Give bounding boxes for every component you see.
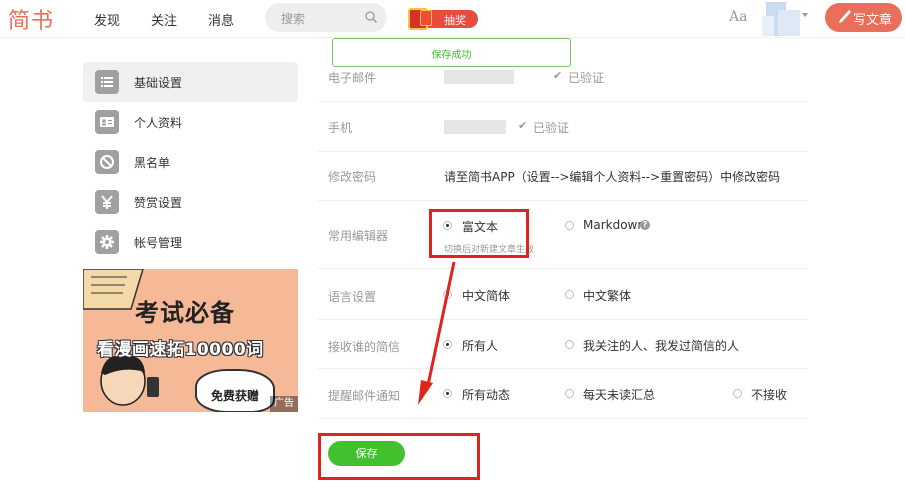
annotation-arrow bbox=[418, 261, 456, 405]
settings-page: 简书 发现 关注 消息 搜索 抽奖 Aa 写文章 保存成功 基础设置 个人资料 … bbox=[0, 0, 905, 500]
